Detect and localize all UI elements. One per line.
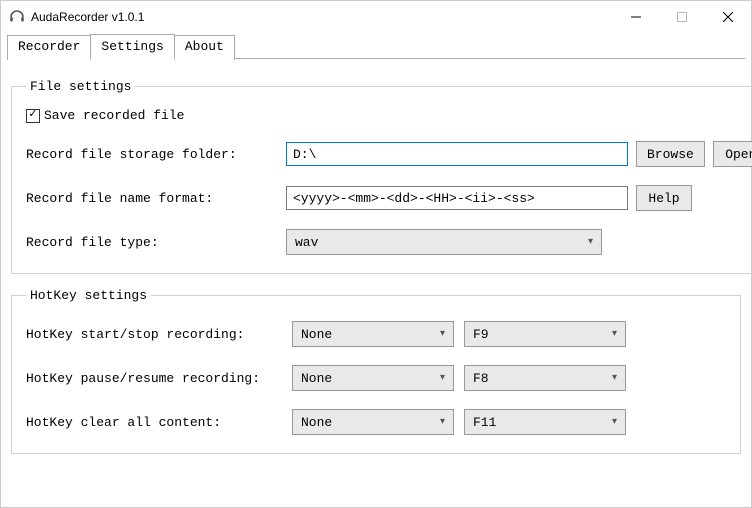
window-title: AudaRecorder v1.0.1 xyxy=(31,10,613,24)
chevron-down-icon: ▾ xyxy=(612,416,617,428)
file-type-select[interactable]: wav ▾ xyxy=(286,229,602,255)
file-type-label: Record file type: xyxy=(26,235,286,250)
chevron-down-icon: ▾ xyxy=(612,328,617,340)
save-recorded-checkbox-row[interactable]: ✓ Save recorded file xyxy=(26,108,752,123)
hotkey-clear-label: HotKey clear all content: xyxy=(26,415,292,430)
hotkey-clear-mod-value: None xyxy=(301,415,332,430)
hotkey-start-stop-mod-select[interactable]: None ▾ xyxy=(292,321,454,347)
hotkey-start-stop-label: HotKey start/stop recording: xyxy=(26,327,292,342)
tab-settings[interactable]: Settings xyxy=(90,34,174,59)
chevron-down-icon: ▾ xyxy=(440,416,445,428)
titlebar: AudaRecorder v1.0.1 xyxy=(1,1,751,33)
hotkey-pause-resume-mod-value: None xyxy=(301,371,332,386)
content-area: File settings ✓ Save recorded file Recor… xyxy=(1,59,751,464)
name-format-label: Record file name format: xyxy=(26,191,286,206)
window-buttons xyxy=(613,2,751,32)
chevron-down-icon: ▾ xyxy=(588,236,593,248)
save-recorded-checkbox[interactable]: ✓ xyxy=(26,109,40,123)
hotkey-start-stop-key-select[interactable]: F9 ▾ xyxy=(464,321,626,347)
hotkey-clear-key-value: F11 xyxy=(473,415,496,430)
close-button[interactable] xyxy=(705,2,751,32)
hotkey-clear-mod-select[interactable]: None ▾ xyxy=(292,409,454,435)
hotkey-settings-group: HotKey settings HotKey start/stop record… xyxy=(11,288,741,454)
tab-about[interactable]: About xyxy=(174,35,235,60)
save-recorded-label: Save recorded file xyxy=(44,108,184,123)
chevron-down-icon: ▾ xyxy=(440,328,445,340)
hotkey-pause-resume-key-value: F8 xyxy=(473,371,489,386)
hotkey-start-stop-key-value: F9 xyxy=(473,327,489,342)
hotkey-start-stop-mod-value: None xyxy=(301,327,332,342)
storage-folder-label: Record file storage folder: xyxy=(26,147,286,162)
chevron-down-icon: ▾ xyxy=(440,372,445,384)
maximize-button xyxy=(659,2,705,32)
hotkey-settings-legend: HotKey settings xyxy=(26,288,151,303)
tabstrip: Recorder Settings About xyxy=(1,33,751,58)
hotkey-pause-resume-label: HotKey pause/resume recording: xyxy=(26,371,292,386)
file-settings-group: File settings ✓ Save recorded file Recor… xyxy=(11,79,752,274)
storage-folder-input[interactable] xyxy=(286,142,628,166)
app-icon xyxy=(9,9,25,25)
name-format-input[interactable] xyxy=(286,186,628,210)
hotkey-pause-resume-mod-select[interactable]: None ▾ xyxy=(292,365,454,391)
chevron-down-icon: ▾ xyxy=(612,372,617,384)
tab-recorder[interactable]: Recorder xyxy=(7,35,91,60)
hotkey-clear-key-select[interactable]: F11 ▾ xyxy=(464,409,626,435)
file-settings-legend: File settings xyxy=(26,79,135,94)
open-button[interactable]: Open xyxy=(713,141,752,167)
browse-button[interactable]: Browse xyxy=(636,141,705,167)
file-type-value: wav xyxy=(295,235,318,250)
help-button[interactable]: Help xyxy=(636,185,692,211)
hotkey-pause-resume-key-select[interactable]: F8 ▾ xyxy=(464,365,626,391)
minimize-button[interactable] xyxy=(613,2,659,32)
